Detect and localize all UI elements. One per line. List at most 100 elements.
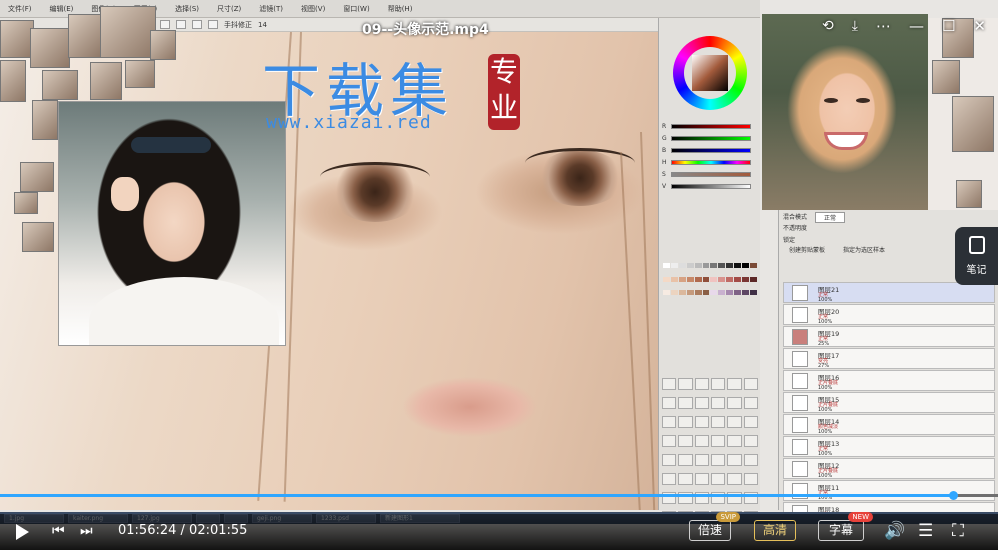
color-swatch[interactable] [670,290,678,296]
toolbar-button[interactable] [192,20,202,29]
clipping-mask-toggle[interactable]: 创建剪贴蒙板 [789,245,825,254]
color-swatch[interactable] [686,263,694,268]
reference-thumbnail[interactable] [0,20,34,58]
color-swatch[interactable] [718,263,726,268]
brush-tool[interactable] [694,454,709,466]
layer-row[interactable]: 图层21 正常 100% [783,282,995,303]
tool-grid[interactable] [662,378,758,528]
color-swatch[interactable] [670,263,678,268]
menu-item[interactable]: 文件(F) [8,4,32,14]
color-swatch[interactable] [718,276,726,282]
video-frame[interactable]: 文件(F)编辑(E)图像(C)图层(L)选择(S)尺寸(Z)滤镜(T)视图(V)… [0,0,998,550]
color-swatch[interactable] [663,263,670,268]
brush-tool[interactable] [710,378,726,390]
color-slider[interactable] [671,136,751,141]
color-swatch[interactable] [694,263,702,268]
brush-tool[interactable] [710,435,726,447]
progress-knob[interactable] [949,491,959,500]
menu-item[interactable]: 视图(V) [301,4,325,14]
reference-thumbnail[interactable] [14,192,38,214]
brush-tool[interactable] [727,397,742,409]
brush-tool[interactable] [678,378,693,390]
color-slider[interactable] [671,148,751,153]
color-swatch[interactable] [710,290,718,296]
reference-thumbnail[interactable] [100,6,156,58]
menu-item[interactable]: 窗口(W) [343,4,369,14]
color-swatch[interactable] [678,263,686,268]
brush-tool[interactable] [710,473,726,485]
color-swatch[interactable] [710,263,718,268]
brush-tool[interactable] [743,435,758,447]
color-swatch[interactable] [750,263,757,268]
color-wheel[interactable] [673,36,747,110]
color-swatch[interactable] [726,290,734,296]
brush-tool[interactable] [662,397,677,409]
toolbar-button[interactable] [160,20,170,29]
menu-item[interactable]: 尺寸(Z) [217,4,241,14]
brush-tool[interactable] [727,378,742,390]
color-swatch[interactable] [750,276,757,282]
brush-tool[interactable] [727,416,742,428]
brush-tool[interactable] [743,473,758,485]
swatch-grid[interactable] [663,263,757,303]
selection-source-toggle[interactable]: 指定为选区样本 [843,245,885,254]
brush-tool[interactable] [727,454,742,466]
fullscreen-icon[interactable]: ⛶ [952,521,964,541]
note-button[interactable]: 笔记 [955,227,998,285]
reference-thumbnail[interactable] [68,14,102,58]
color-swatch[interactable] [734,263,742,268]
reference-thumbnail[interactable] [956,180,982,208]
toolbar-button[interactable] [176,20,186,29]
brush-tool[interactable] [710,454,726,466]
brush-tool[interactable] [694,416,709,428]
color-swatch[interactable] [686,276,694,282]
stabilizer-value[interactable]: 14 [258,21,267,29]
brush-tool[interactable] [710,416,726,428]
color-swatch[interactable] [694,290,702,296]
playlist-icon[interactable]: ☰ [918,521,933,541]
quality-button[interactable]: 高清 [754,520,796,541]
play-button[interactable] [16,524,29,540]
reference-thumbnail[interactable] [30,28,70,68]
reference-thumbnail[interactable] [20,162,54,192]
menu-item[interactable]: 帮助(H) [388,4,413,14]
color-swatch[interactable] [702,276,710,282]
brush-tool[interactable] [662,454,677,466]
brush-tool[interactable] [694,397,709,409]
color-swatch[interactable] [742,276,750,282]
color-swatch[interactable] [710,276,718,282]
brush-tool[interactable] [662,473,677,485]
brush-tool[interactable] [678,435,693,447]
brush-tool[interactable] [694,473,709,485]
color-swatch[interactable] [686,290,694,296]
download-icon[interactable]: ⤓ [852,19,858,33]
color-swatch[interactable] [663,276,670,282]
progress-bar[interactable] [0,491,998,500]
layer-row[interactable]: 图层17 变亮 27% [783,348,995,369]
color-swatch[interactable] [726,276,734,282]
next-button[interactable]: ⏭ [80,523,98,539]
layer-row[interactable]: 图层16 正片叠底 100% [783,370,995,391]
reference-thumbnail[interactable] [90,62,122,100]
reference-thumbnail[interactable] [42,70,78,100]
brush-tool[interactable] [678,473,693,485]
color-swatch[interactable] [734,276,742,282]
brush-tool[interactable] [678,397,693,409]
color-swatch[interactable] [694,276,702,282]
layer-row[interactable]: 图层13 正常 100% [783,436,995,457]
color-slider[interactable] [671,172,751,177]
color-swatch[interactable] [678,290,686,296]
layer-row[interactable]: 图层12 正片叠底 100% [783,458,995,479]
brush-tool[interactable] [694,435,709,447]
layer-row[interactable]: 图层19 正常 25% [783,326,995,347]
color-swatch[interactable] [750,290,757,296]
color-swatch[interactable] [663,290,670,296]
color-swatch[interactable] [678,276,686,282]
reference-thumbnail[interactable] [0,60,26,102]
brush-tool[interactable] [678,416,693,428]
brush-tool[interactable] [678,454,693,466]
color-swatch[interactable] [718,290,726,296]
brush-tool[interactable] [662,435,677,447]
brush-tool[interactable] [662,378,677,390]
reference-thumbnail[interactable] [952,96,994,152]
